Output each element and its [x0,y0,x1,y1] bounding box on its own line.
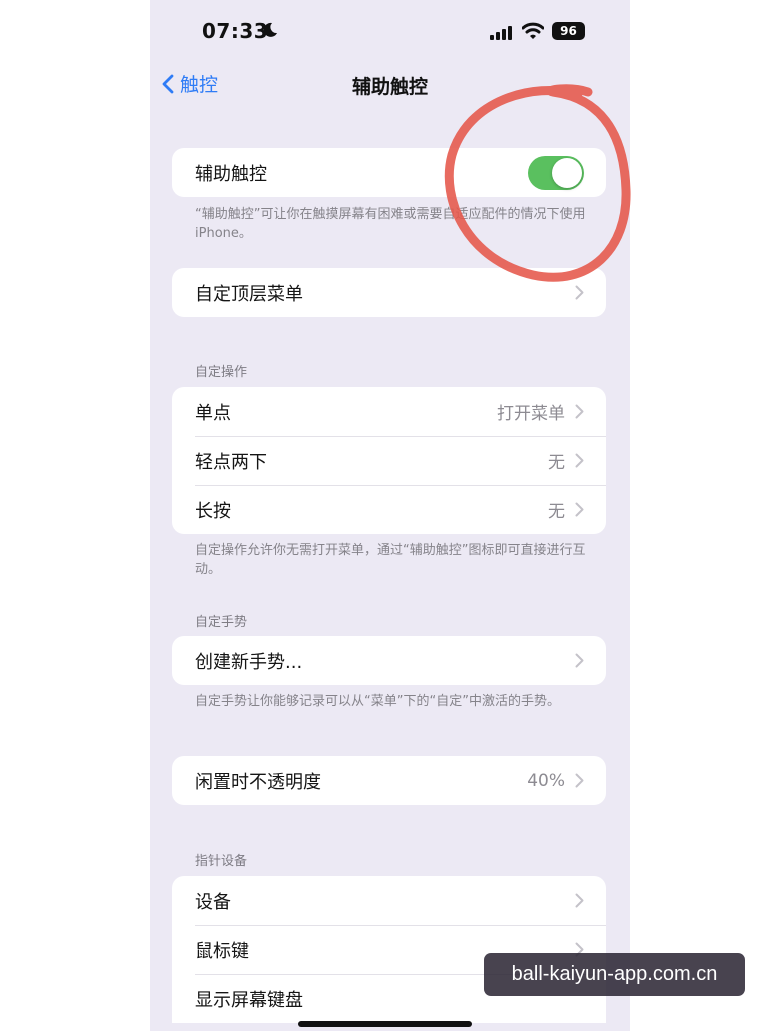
idle-opacity-value: 40% [527,770,565,791]
create-gesture-row[interactable]: 创建新手势... [172,636,606,685]
custom-actions-footnote: 自定操作允许你无需打开菜单，通过“辅助触控”图标即可直接进行互动。 [195,543,586,577]
status-bar: 07:33 96 [150,0,630,62]
custom-actions-header: 自定操作 [195,365,248,380]
double-tap-value: 无 [548,453,565,473]
chevron-right-icon [575,453,584,468]
cellular-signal-icon [490,26,512,40]
long-press-row[interactable]: 长按 无 [172,485,606,534]
watermark: ball-kaiyun-app.com.cn [484,953,745,996]
chevron-right-icon [575,502,584,517]
battery-icon: 96 [552,22,585,40]
wifi-icon [522,22,544,39]
single-tap-row[interactable]: 单点 打开菜单 [172,387,606,436]
moon-icon [263,22,277,37]
chevron-right-icon [575,404,584,419]
home-indicator [298,1021,472,1027]
double-tap-row[interactable]: 轻点两下 无 [172,436,606,485]
long-press-value: 无 [548,502,565,522]
double-tap-label: 轻点两下 [195,451,267,473]
custom-actions-group: 单点 打开菜单 轻点两下 无 长按 无 [172,387,606,534]
chevron-right-icon [575,773,584,788]
single-tap-label: 单点 [195,402,231,424]
devices-row[interactable]: 设备 [172,876,606,925]
devices-label: 设备 [195,891,231,913]
idle-opacity-group: 闲置时不透明度 40% [172,756,606,805]
custom-gestures-footnote: 自定手势让你能够记录可以从“菜单”下的“自定”中激活的手势。 [195,694,560,709]
pointer-devices-header: 指针设备 [195,854,248,869]
custom-gestures-header: 自定手势 [195,615,248,630]
long-press-label: 长按 [195,500,231,522]
create-gesture-label: 创建新手势... [195,651,303,673]
idle-opacity-label: 闲置时不透明度 [195,771,321,793]
pointer-devices-group: 设备 鼠标键 显示屏幕键盘 [172,876,606,1023]
status-time: 07:33 [202,19,269,43]
chevron-right-icon [575,893,584,908]
annotation-circle-overlay [444,84,631,282]
idle-opacity-row[interactable]: 闲置时不透明度 40% [172,756,606,805]
custom-gestures-group: 创建新手势... [172,636,606,685]
single-tap-value: 打开菜单 [497,404,565,424]
chevron-right-icon [575,653,584,668]
